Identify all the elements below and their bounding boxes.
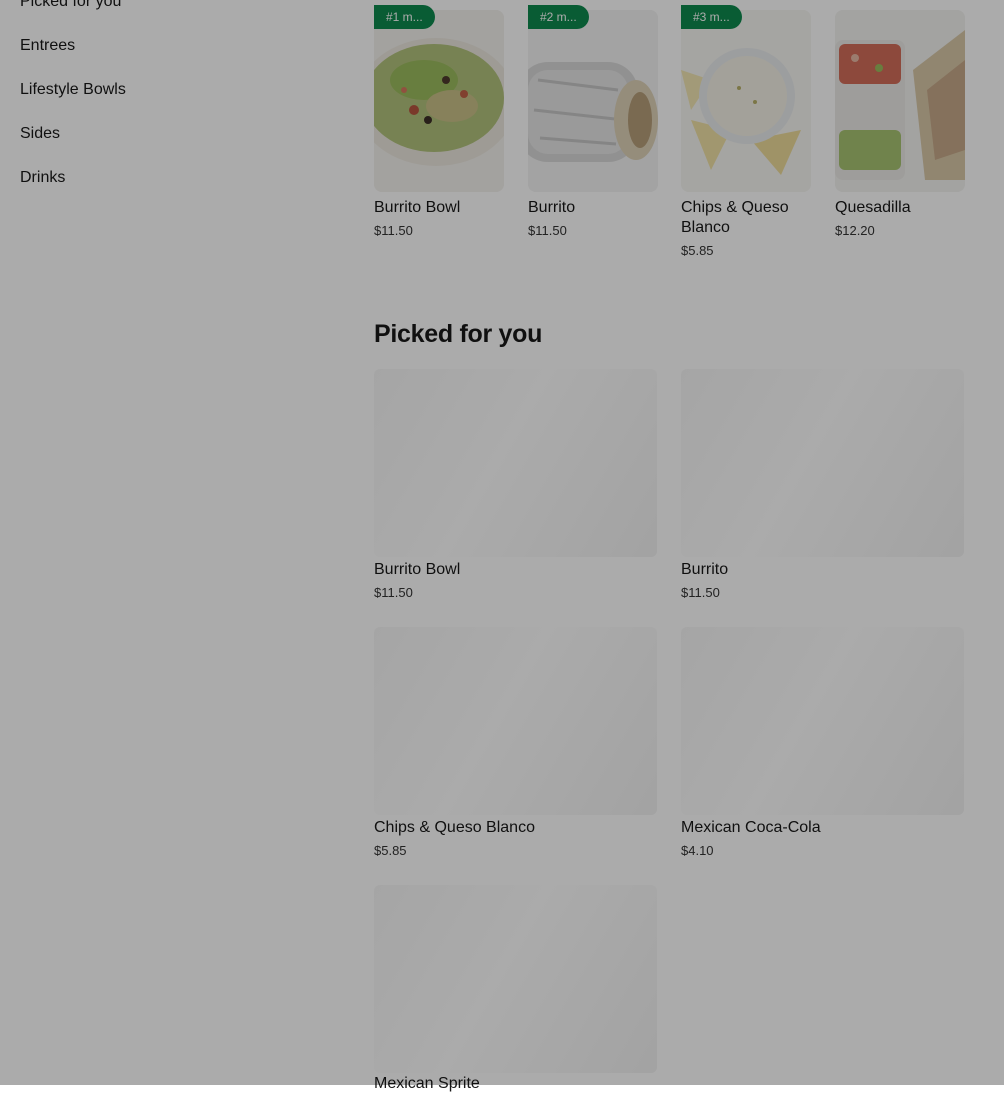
modal-backdrop[interactable]	[0, 0, 1004, 1085]
